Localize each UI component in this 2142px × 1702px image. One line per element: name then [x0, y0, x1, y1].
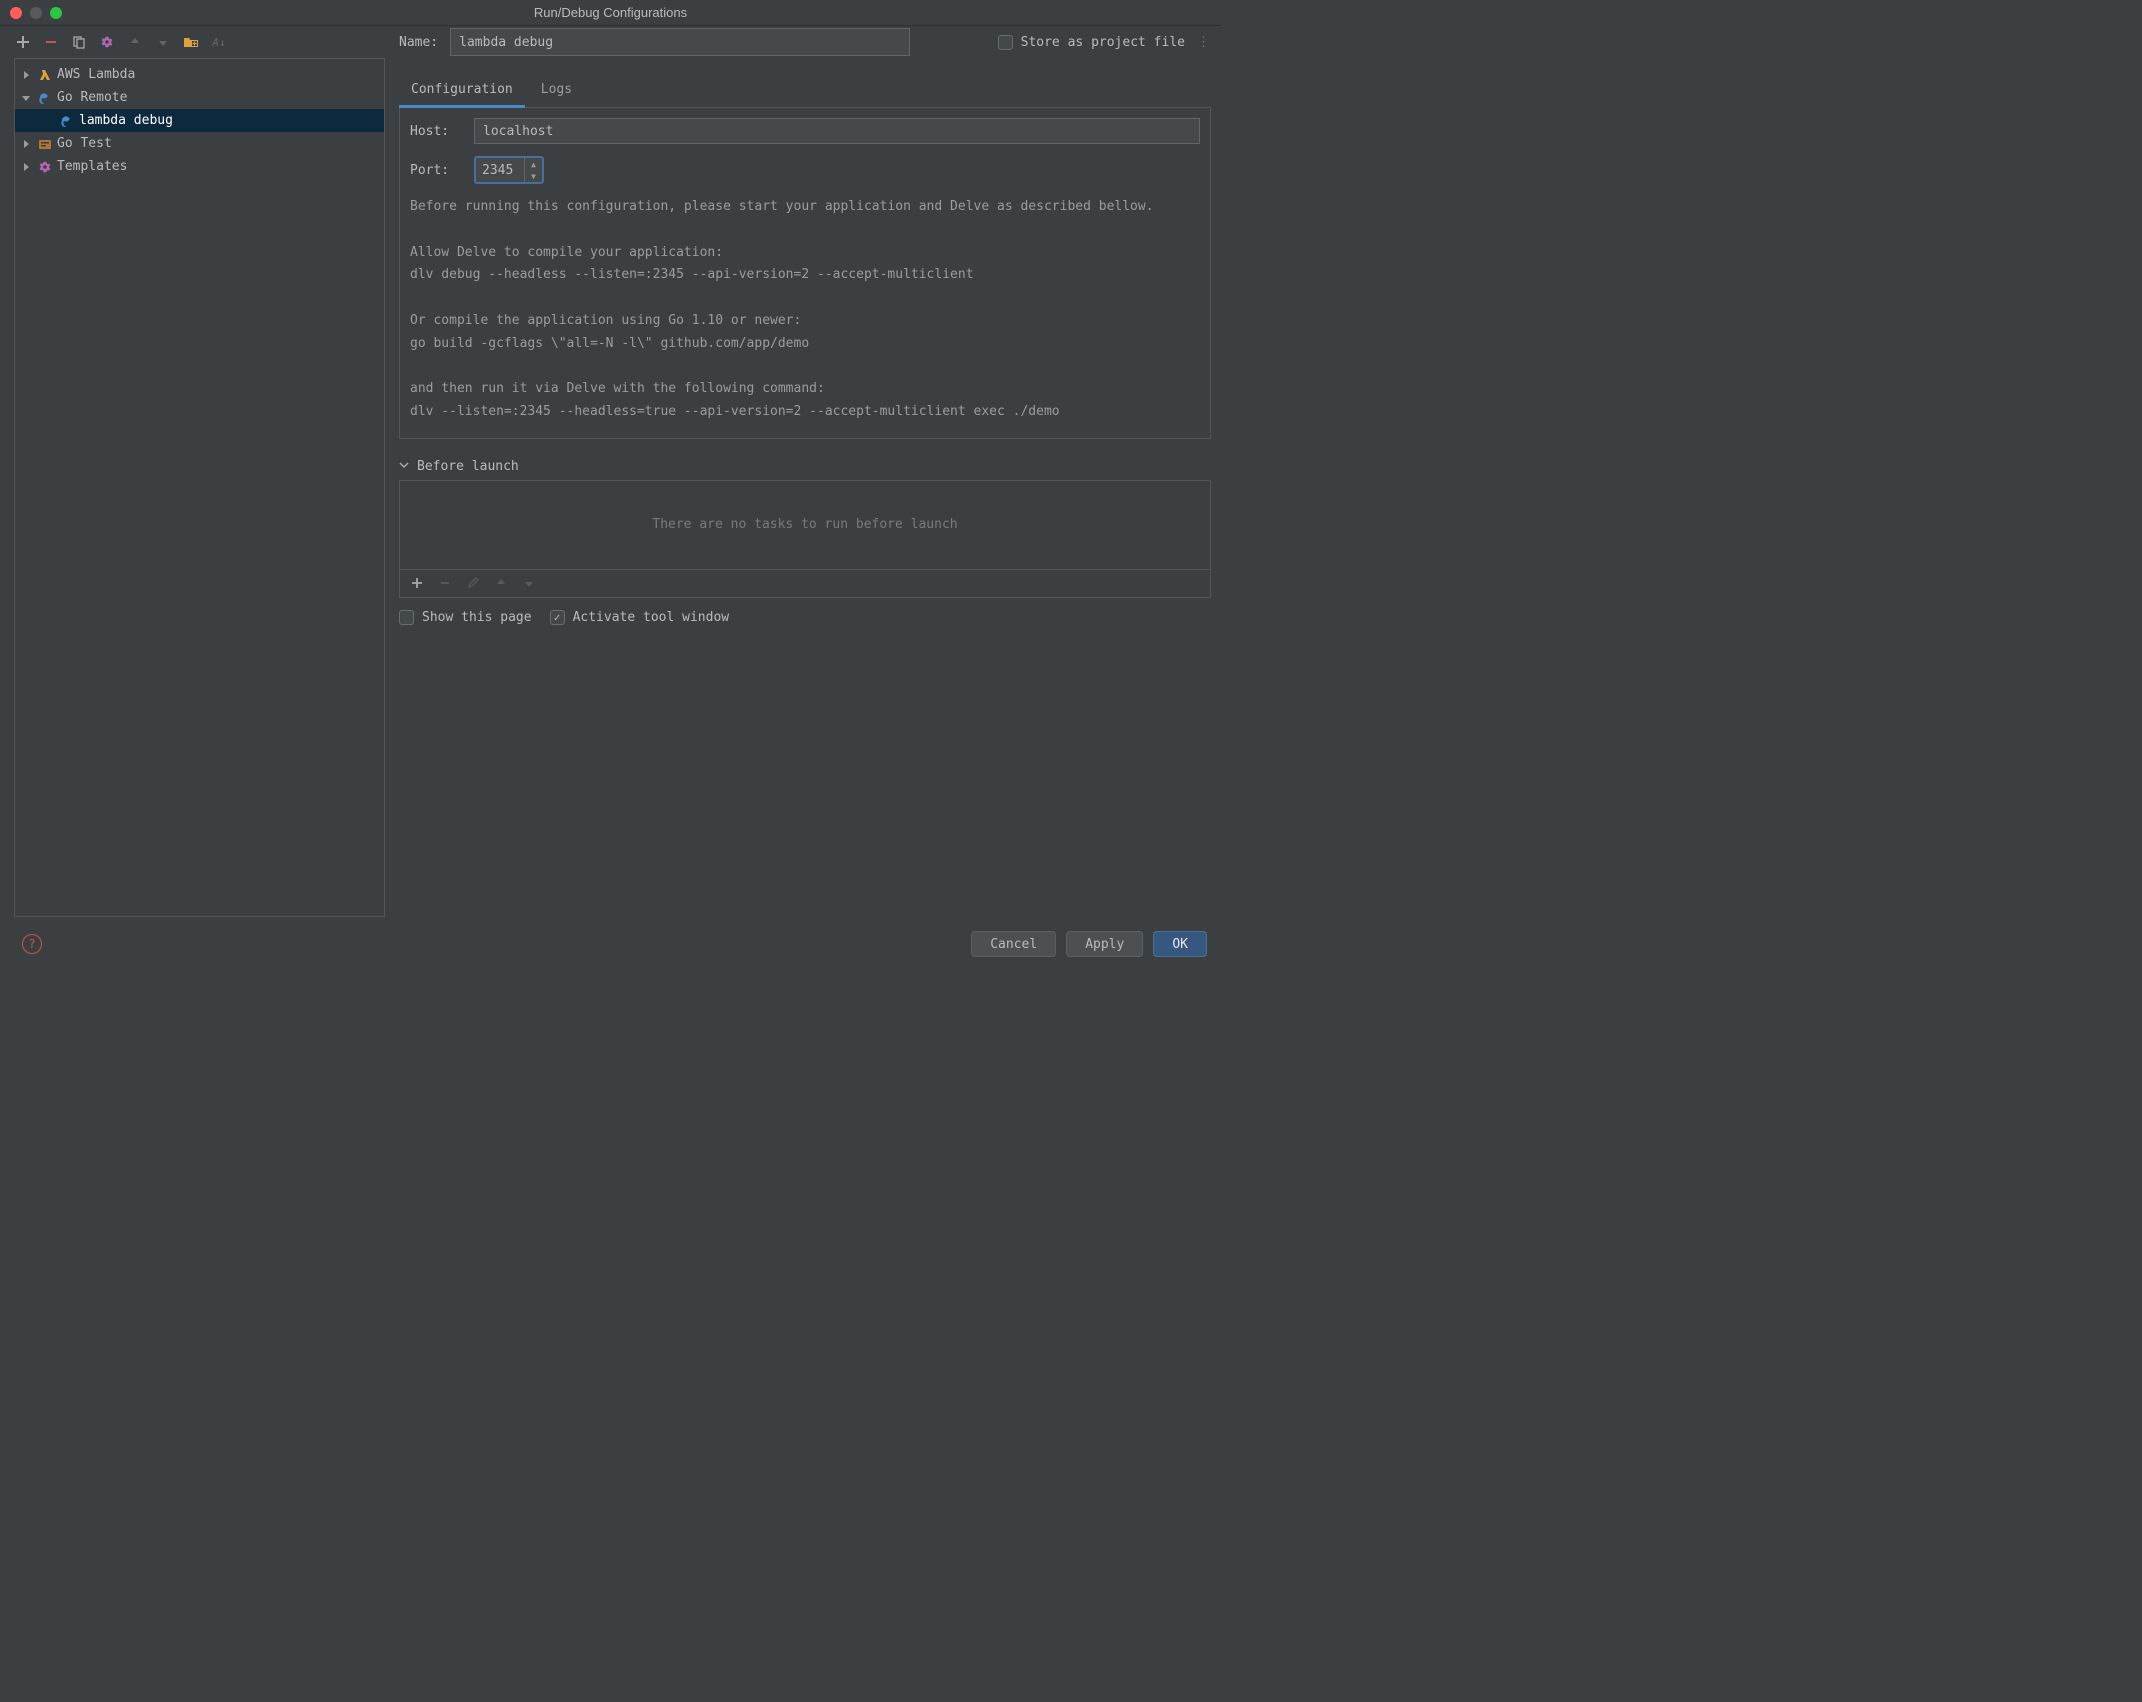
- tree-item-go-remote[interactable]: Go Remote: [15, 86, 384, 109]
- dialog-footer: ? Cancel Apply OK: [0, 917, 1221, 971]
- chevron-right-icon: [19, 71, 33, 79]
- remove-task-button[interactable]: [436, 574, 454, 592]
- remove-config-button[interactable]: [40, 31, 62, 53]
- settings-button[interactable]: [96, 31, 118, 53]
- tree-item-aws-lambda[interactable]: AWS Lambda: [15, 63, 384, 86]
- window-minimize-button[interactable]: [30, 7, 42, 19]
- instructions-text: Before running this configuration, pleas…: [410, 196, 1200, 424]
- folder-button[interactable]: [180, 31, 202, 53]
- apply-button[interactable]: Apply: [1066, 931, 1143, 957]
- task-down-button[interactable]: [520, 574, 538, 592]
- window-close-button[interactable]: [10, 7, 22, 19]
- before-launch-tasks: There are no tasks to run before launch: [399, 480, 1211, 570]
- name-input[interactable]: [450, 28, 910, 56]
- host-label: Host:: [410, 124, 460, 139]
- activate-tool-window-checkbox[interactable]: [550, 610, 565, 625]
- window-zoom-button[interactable]: [50, 7, 62, 19]
- aws-lambda-icon: [37, 67, 53, 83]
- edit-task-button[interactable]: [464, 574, 482, 592]
- button-label: Apply: [1085, 937, 1124, 952]
- templates-icon: [37, 159, 53, 175]
- titlebar: Run/Debug Configurations: [0, 0, 1221, 26]
- tree-label: Go Remote: [57, 90, 127, 105]
- tab-label: Configuration: [411, 82, 513, 97]
- tab-configuration[interactable]: Configuration: [411, 76, 513, 107]
- cancel-button[interactable]: Cancel: [971, 931, 1056, 957]
- add-task-button[interactable]: [408, 574, 426, 592]
- store-as-project-file-checkbox[interactable]: [998, 35, 1013, 50]
- port-increment-button[interactable]: ▲: [525, 158, 542, 170]
- launch-options-row: Show this page Activate tool window: [399, 610, 1211, 625]
- tabs: Configuration Logs: [399, 76, 1211, 108]
- port-spinner: ▲ ▼: [524, 158, 542, 182]
- chevron-down-icon: [19, 94, 33, 102]
- move-down-button[interactable]: [152, 31, 174, 53]
- configuration-panel: Host: Port: ▲ ▼ Before running this conf…: [399, 108, 1211, 439]
- tree-label: Templates: [57, 159, 127, 174]
- port-label: Port:: [410, 163, 460, 178]
- window-title: Run/Debug Configurations: [534, 5, 687, 20]
- go-remote-icon: [59, 113, 75, 129]
- tree-label: lambda debug: [79, 113, 173, 128]
- before-launch-label: Before launch: [417, 459, 519, 474]
- tree-label: Go Test: [57, 136, 112, 151]
- tree-label: AWS Lambda: [57, 67, 135, 82]
- name-row: Name: Store as project file ⋮: [399, 26, 1211, 58]
- go-test-icon: [37, 136, 53, 152]
- help-icon[interactable]: ?: [22, 934, 42, 954]
- chevron-right-icon: [19, 140, 33, 148]
- activate-tool-window-label: Activate tool window: [573, 610, 730, 625]
- button-label: OK: [1172, 937, 1188, 952]
- go-remote-icon: [37, 90, 53, 106]
- port-input[interactable]: [476, 158, 524, 182]
- sort-button[interactable]: A↓: [208, 31, 230, 53]
- tab-label: Logs: [541, 82, 572, 97]
- before-launch-header[interactable]: Before launch: [399, 459, 1211, 474]
- traffic-lights: [0, 7, 62, 19]
- tree-item-lambda-debug[interactable]: lambda debug: [15, 109, 384, 132]
- store-as-project-file-label: Store as project file: [1021, 35, 1185, 50]
- ok-button[interactable]: OK: [1153, 931, 1207, 957]
- host-input[interactable]: [474, 118, 1200, 144]
- port-decrement-button[interactable]: ▼: [525, 170, 542, 182]
- main-panel: Name: Store as project file ⋮ Configurat…: [385, 58, 1221, 917]
- move-up-button[interactable]: [124, 31, 146, 53]
- name-label: Name:: [399, 35, 438, 50]
- tree-item-templates[interactable]: Templates: [15, 155, 384, 178]
- empty-tasks-label: There are no tasks to run before launch: [652, 517, 957, 532]
- tab-logs[interactable]: Logs: [541, 76, 572, 107]
- chevron-down-icon: [399, 459, 409, 474]
- tree-item-go-test[interactable]: Go Test: [15, 132, 384, 155]
- show-this-page-label: Show this page: [422, 610, 532, 625]
- more-options-icon[interactable]: ⋮: [1193, 35, 1211, 50]
- tasks-toolbar: [399, 570, 1211, 598]
- chevron-right-icon: [19, 163, 33, 171]
- add-config-button[interactable]: [12, 31, 34, 53]
- copy-config-button[interactable]: [68, 31, 90, 53]
- show-this-page-checkbox[interactable]: [399, 610, 414, 625]
- port-input-wrap: ▲ ▼: [474, 156, 544, 184]
- button-label: Cancel: [990, 937, 1037, 952]
- config-tree[interactable]: AWS Lambda Go Remote lambda debug Go: [14, 58, 385, 917]
- task-up-button[interactable]: [492, 574, 510, 592]
